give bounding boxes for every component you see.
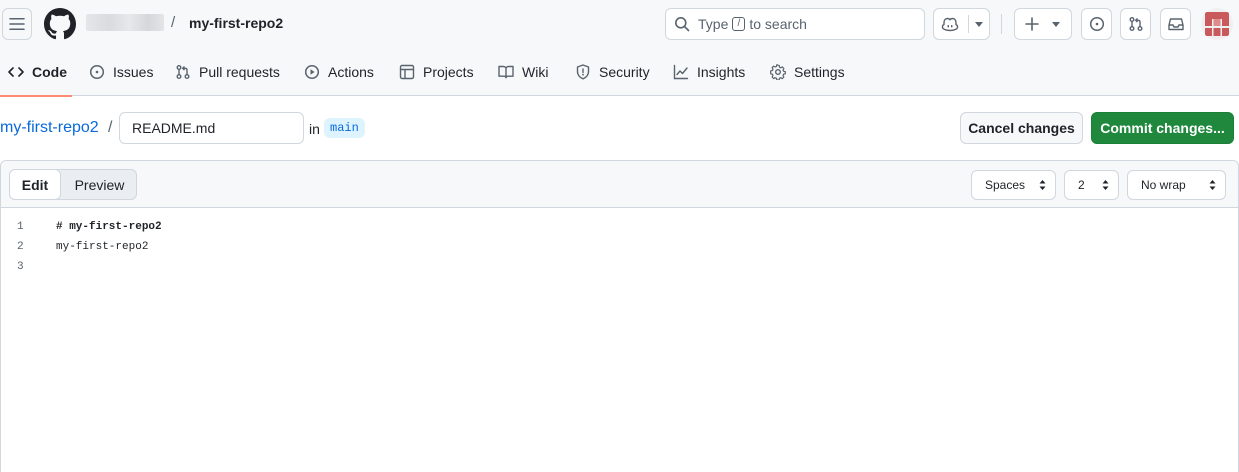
copilot-icon	[941, 17, 959, 32]
git-pull-request-icon	[176, 65, 190, 79]
file-editor: Edit Preview Spaces 2 No wrap 1 # my-fir…	[0, 160, 1239, 472]
search-icon	[675, 17, 690, 32]
indent-mode-value: Spaces	[985, 178, 1026, 192]
branch-badge[interactable]: main	[324, 118, 365, 138]
chevron-down-icon	[975, 22, 983, 27]
graph-icon	[673, 64, 689, 80]
tab-code[interactable]: Code	[0, 48, 72, 97]
copilot-button[interactable]	[933, 8, 990, 40]
preview-tab[interactable]: Preview	[61, 170, 138, 199]
tab-actions-label: Actions	[328, 64, 374, 80]
search-box[interactable]: Type / to search	[665, 8, 925, 40]
header-repo-name[interactable]: my-first-repo2	[189, 15, 283, 31]
indent-size-value: 2	[1078, 178, 1085, 192]
github-logo-icon[interactable]	[44, 8, 76, 40]
issue-opened-icon	[1089, 16, 1104, 32]
tab-settings-label: Settings	[794, 64, 845, 80]
search-shortcut-key: /	[732, 17, 746, 31]
git-pull-request-icon	[1129, 17, 1142, 31]
indent-size-select[interactable]: 2	[1064, 170, 1119, 200]
search-prefix: Type	[698, 16, 729, 32]
shield-icon	[576, 64, 590, 80]
select-arrows-icon	[1102, 180, 1109, 190]
breadcrumb-repo-link[interactable]: my-first-repo2	[0, 119, 99, 137]
breadcrumb-separator: /	[108, 119, 113, 136]
global-header: / my-first-repo2 Type / to search	[0, 0, 1239, 48]
play-icon	[304, 64, 320, 80]
tab-settings[interactable]: Settings	[770, 48, 845, 96]
tab-wiki[interactable]: Wiki	[498, 48, 548, 96]
header-divider	[1001, 14, 1002, 34]
issues-button[interactable]	[1081, 8, 1112, 40]
line-number: 1	[17, 221, 24, 233]
line-number: 3	[17, 261, 24, 273]
wrap-mode-select[interactable]: No wrap	[1127, 170, 1226, 200]
header-path-separator: /	[171, 14, 176, 31]
tab-pull-requests[interactable]: Pull requests	[175, 48, 280, 96]
user-avatar[interactable]	[1201, 8, 1233, 40]
tab-insights-label: Insights	[697, 64, 746, 80]
tab-issues-label: Issues	[113, 64, 154, 80]
inbox-button[interactable]	[1160, 8, 1191, 40]
code-icon	[8, 67, 24, 77]
tab-pull-requests-label: Pull requests	[199, 64, 280, 80]
search-suffix: to search	[749, 16, 807, 32]
code-line[interactable]: 2 my-first-repo2	[1, 237, 1238, 257]
tab-projects-label: Projects	[423, 64, 474, 80]
select-arrows-icon	[1209, 180, 1216, 190]
repo-navigation: Code Issues Pull requests Actions Projec…	[0, 48, 1239, 97]
select-arrows-icon	[1039, 180, 1046, 190]
create-new-button[interactable]	[1014, 8, 1072, 40]
tab-wiki-label: Wiki	[522, 64, 549, 80]
inbox-icon	[1167, 18, 1184, 31]
plus-icon	[1025, 17, 1039, 31]
commit-changes-button[interactable]: Commit changes...	[1091, 112, 1234, 144]
issue-opened-icon	[89, 64, 105, 80]
code-line[interactable]: 3	[1, 257, 1238, 277]
chevron-down-icon	[1052, 22, 1060, 27]
tab-security-label: Security	[599, 64, 650, 80]
line-text: my-first-repo2	[56, 241, 149, 253]
menu-button[interactable]	[2, 8, 32, 40]
table-icon	[399, 64, 415, 80]
owner-name-redacted[interactable]	[86, 14, 164, 31]
line-text: # my-first-repo2	[56, 221, 162, 233]
code-editor[interactable]: 1 # my-first-repo2 2 my-first-repo2 3	[1, 209, 1238, 472]
tab-code-label: Code	[32, 64, 67, 80]
indent-mode-select[interactable]: Spaces	[971, 170, 1056, 200]
edit-tab[interactable]: Edit	[9, 169, 61, 200]
tab-issues[interactable]: Issues	[89, 48, 153, 96]
filename-input[interactable]	[119, 112, 304, 144]
copilot-divider	[968, 15, 969, 33]
code-line[interactable]: 1 # my-first-repo2	[1, 217, 1238, 237]
tab-actions[interactable]: Actions	[304, 48, 374, 96]
tab-security[interactable]: Security	[575, 48, 650, 96]
line-number: 2	[17, 241, 24, 253]
pull-requests-button[interactable]	[1120, 8, 1151, 40]
wrap-mode-value: No wrap	[1141, 178, 1186, 192]
cancel-changes-button[interactable]: Cancel changes	[960, 112, 1083, 144]
book-icon	[498, 65, 514, 79]
active-tab-indicator	[0, 95, 72, 97]
edit-mode-toggle: Edit Preview	[9, 169, 137, 200]
editor-toolbar: Edit Preview Spaces 2 No wrap	[1, 161, 1238, 208]
tab-insights[interactable]: Insights	[673, 48, 745, 96]
tab-projects[interactable]: Projects	[399, 48, 474, 96]
three-bars-icon	[9, 18, 25, 30]
gear-icon	[770, 64, 786, 80]
in-label: in	[309, 121, 320, 137]
